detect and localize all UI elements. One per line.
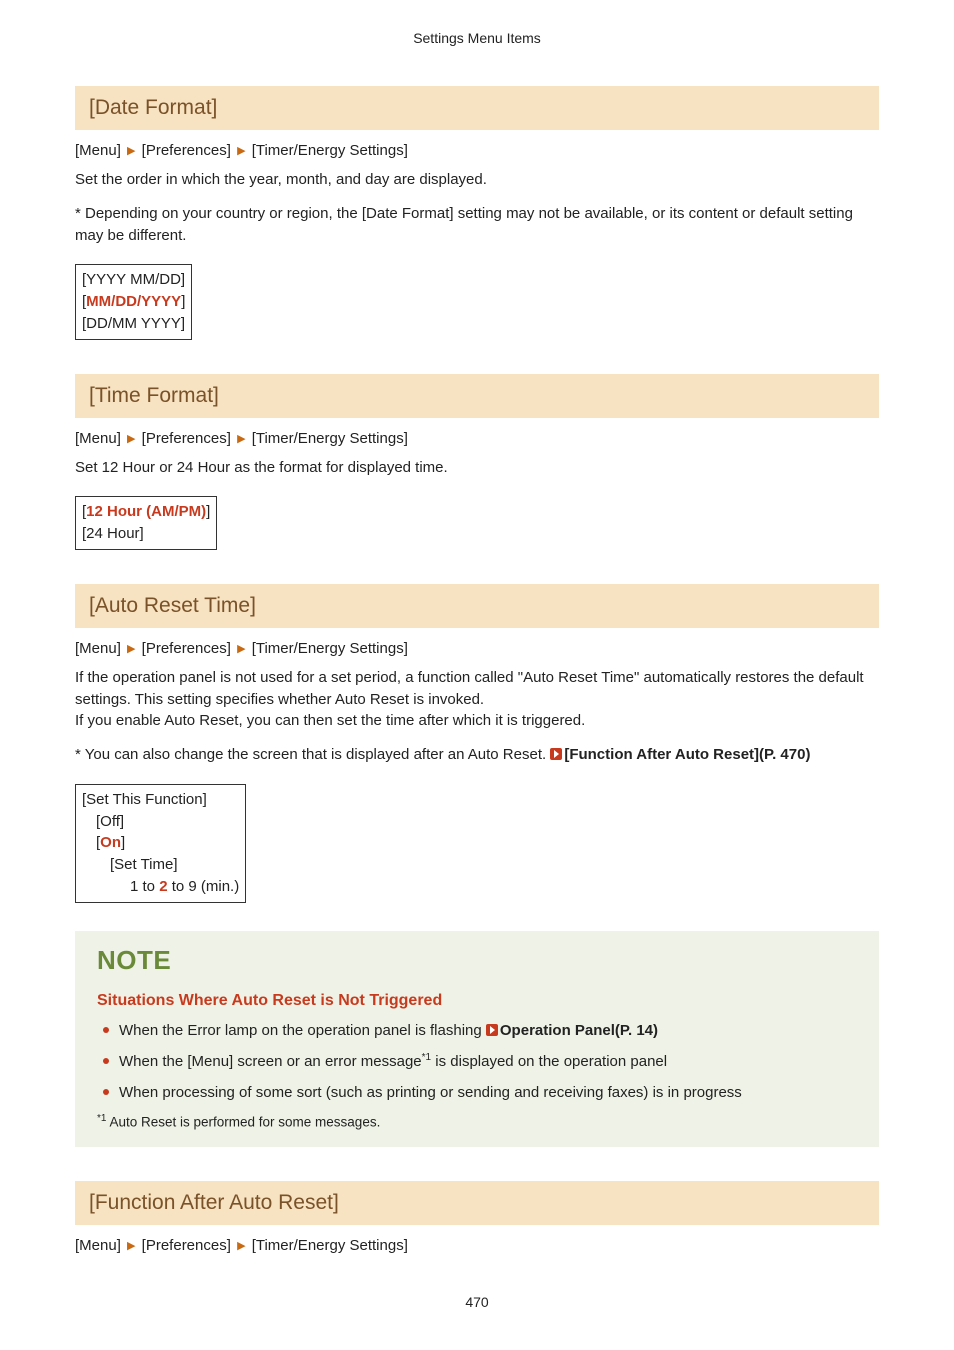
chevron-right-icon: ▶ [127,1239,135,1252]
breadcrumb: [Menu] ▶ [Preferences] ▶ [Timer/Energy S… [75,640,879,657]
note-bullet-list: When the Error lamp on the operation pan… [97,1020,857,1103]
option-ddmm: [DD/MM YYYY] [82,315,185,332]
options-box-date-format: [YYYY MM/DD] [MM/DD/YYYY] [DD/MM YYYY] [75,264,192,339]
cross-reference-link[interactable]: Operation Panel(P. 14) [500,1022,658,1039]
breadcrumb: [Menu] ▶ [Preferences] ▶ [Timer/Energy S… [75,1237,879,1254]
paragraph-crossref: * You can also change the screen that is… [75,744,879,766]
chevron-right-icon: ▶ [237,432,245,445]
options-box-auto-reset: [Set This Function] [Off] [On] [Set Time… [75,784,246,903]
chevron-right-icon: ▶ [237,1239,245,1252]
options-box-time-format: [12 Hour (AM/PM)] [24 Hour] [75,496,217,550]
breadcrumb-menu: [Menu] [75,1237,121,1254]
paragraph: If the operation panel is not used for a… [75,667,879,711]
page-header: Settings Menu Items [75,30,879,46]
note-block: NOTE Situations Where Auto Reset is Not … [75,931,879,1148]
breadcrumb-timer: [Timer/Energy Settings] [252,142,408,159]
paragraph: If you enable Auto Reset, you can then s… [75,710,879,732]
option-yyyy: [YYYY MM/DD] [82,271,185,288]
note-title: NOTE [97,945,857,976]
list-item: When the [Menu] screen or an error messa… [97,1051,857,1072]
option-12hour: [12 Hour (AM/PM)] [82,503,210,520]
option-24hour: [24 Hour] [82,525,144,542]
option-off: [Off] [82,811,239,833]
breadcrumb-preferences: [Preferences] [142,1237,231,1254]
breadcrumb-timer: [Timer/Energy Settings] [252,1237,408,1254]
link-icon[interactable] [486,1024,498,1036]
chevron-right-icon: ▶ [127,144,135,157]
note-subtitle: Situations Where Auto Reset is Not Trigg… [97,992,857,1010]
breadcrumb: [Menu] ▶ [Preferences] ▶ [Timer/Energy S… [75,142,879,159]
option-set-function: [Set This Function] [82,791,207,808]
breadcrumb: [Menu] ▶ [Preferences] ▶ [Timer/Energy S… [75,430,879,447]
section-auto-reset: [Auto Reset Time] [75,584,879,628]
cross-reference-link[interactable]: [Function After Auto Reset](P. 470) [564,746,810,763]
chevron-right-icon: ▶ [237,642,245,655]
breadcrumb-menu: [Menu] [75,430,121,447]
footnote: *1 Auto Reset is performed for some mess… [97,1113,857,1130]
breadcrumb-menu: [Menu] [75,640,121,657]
breadcrumb-preferences: [Preferences] [142,430,231,447]
list-item: When processing of some sort (such as pr… [97,1082,857,1103]
breadcrumb-timer: [Timer/Energy Settings] [252,640,408,657]
section-time-format: [Time Format] [75,374,879,418]
section-date-format: [Date Format] [75,86,879,130]
section-function-after-reset: [Function After Auto Reset] [75,1181,879,1225]
option-mmddyyyy: [MM/DD/YYYY] [82,293,185,310]
chevron-right-icon: ▶ [237,144,245,157]
page-number: 470 [0,1294,954,1310]
breadcrumb-menu: [Menu] [75,142,121,159]
link-icon[interactable] [550,748,562,760]
option-range: 1 to 2 to 9 (min.) [82,876,239,898]
breadcrumb-timer: [Timer/Energy Settings] [252,430,408,447]
list-item: When the Error lamp on the operation pan… [97,1020,857,1041]
breadcrumb-preferences: [Preferences] [142,640,231,657]
option-on: [On] [82,832,239,854]
chevron-right-icon: ▶ [127,642,135,655]
chevron-right-icon: ▶ [127,432,135,445]
paragraph: Set the order in which the year, month, … [75,169,879,191]
paragraph-note: * Depending on your country or region, t… [75,203,879,247]
option-set-time: [Set Time] [82,854,239,876]
breadcrumb-preferences: [Preferences] [142,142,231,159]
paragraph: Set 12 Hour or 24 Hour as the format for… [75,457,879,479]
